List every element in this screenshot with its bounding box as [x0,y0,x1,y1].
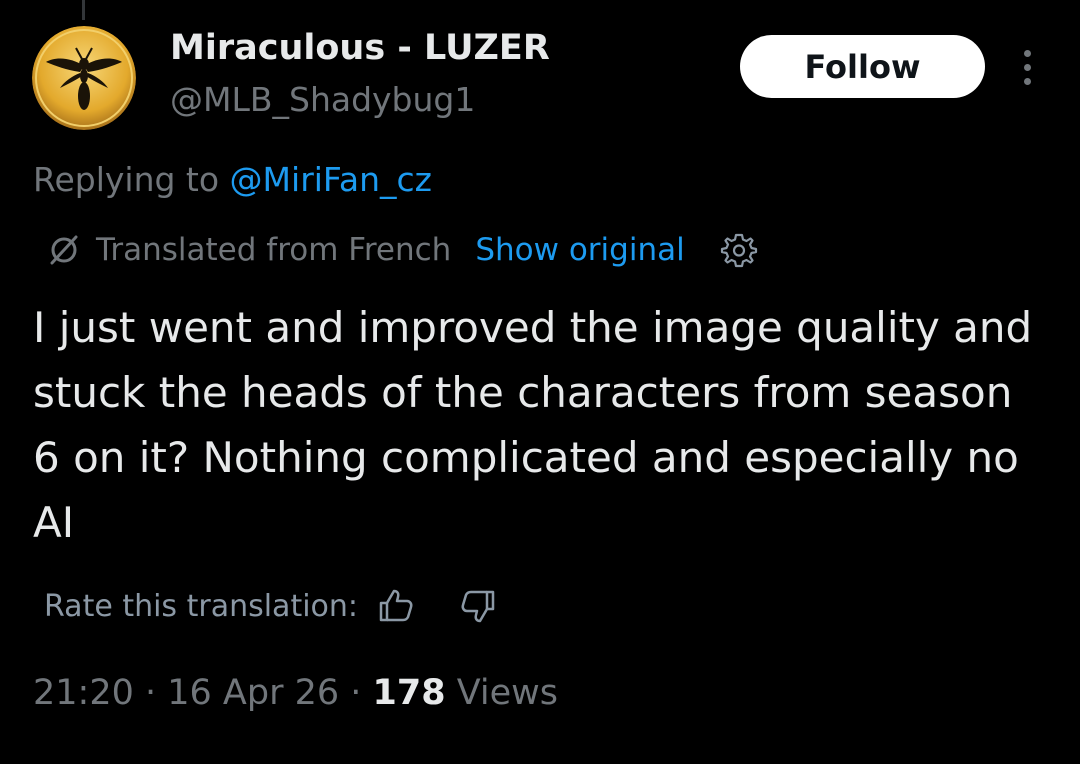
views-count: 178 [372,673,446,713]
avatar[interactable] [32,26,136,130]
user-handle[interactable]: @MLB_Shadybug1 [170,78,475,122]
more-vertical-icon-dot [1023,49,1031,57]
thread-connector-line [82,0,85,20]
thumbs-up-icon[interactable] [376,586,416,626]
rate-translation-bar: Rate this translation: [44,583,498,629]
wasp-emblem-icon [32,26,136,130]
tweet-meta: 21:20 · 16 Apr 26 · 178 Views [33,670,558,716]
more-vertical-icon-dot [1023,63,1031,71]
meta-separator: · [339,673,373,713]
reply-mention-link[interactable]: @MiriFan_cz [230,160,432,199]
tweet-text: I just went and improved the image quali… [33,303,1033,547]
more-options-button[interactable] [1012,45,1042,89]
replying-to-label: Replying to [33,160,230,199]
replying-to: Replying to @MiriFan_cz [33,158,432,202]
translated-from-label: Translated from French [96,232,452,268]
meta-separator: · [133,673,168,713]
translate-icon [50,235,78,265]
thumbs-down-icon[interactable] [458,586,498,626]
tweet-time[interactable]: 21:20 [33,673,134,713]
display-name[interactable]: Miraculous - LUZER [170,26,550,70]
show-original-link[interactable]: Show original [475,232,684,268]
gear-icon[interactable] [719,230,759,270]
rate-translation-label: Rate this translation: [44,588,359,624]
follow-button[interactable]: Follow [740,35,985,98]
translation-bar: Translated from French Show original [44,227,759,273]
more-vertical-icon-dot [1023,77,1031,85]
views-label: Views [445,673,559,713]
tweet-date[interactable]: 16 Apr 26 [167,673,339,713]
